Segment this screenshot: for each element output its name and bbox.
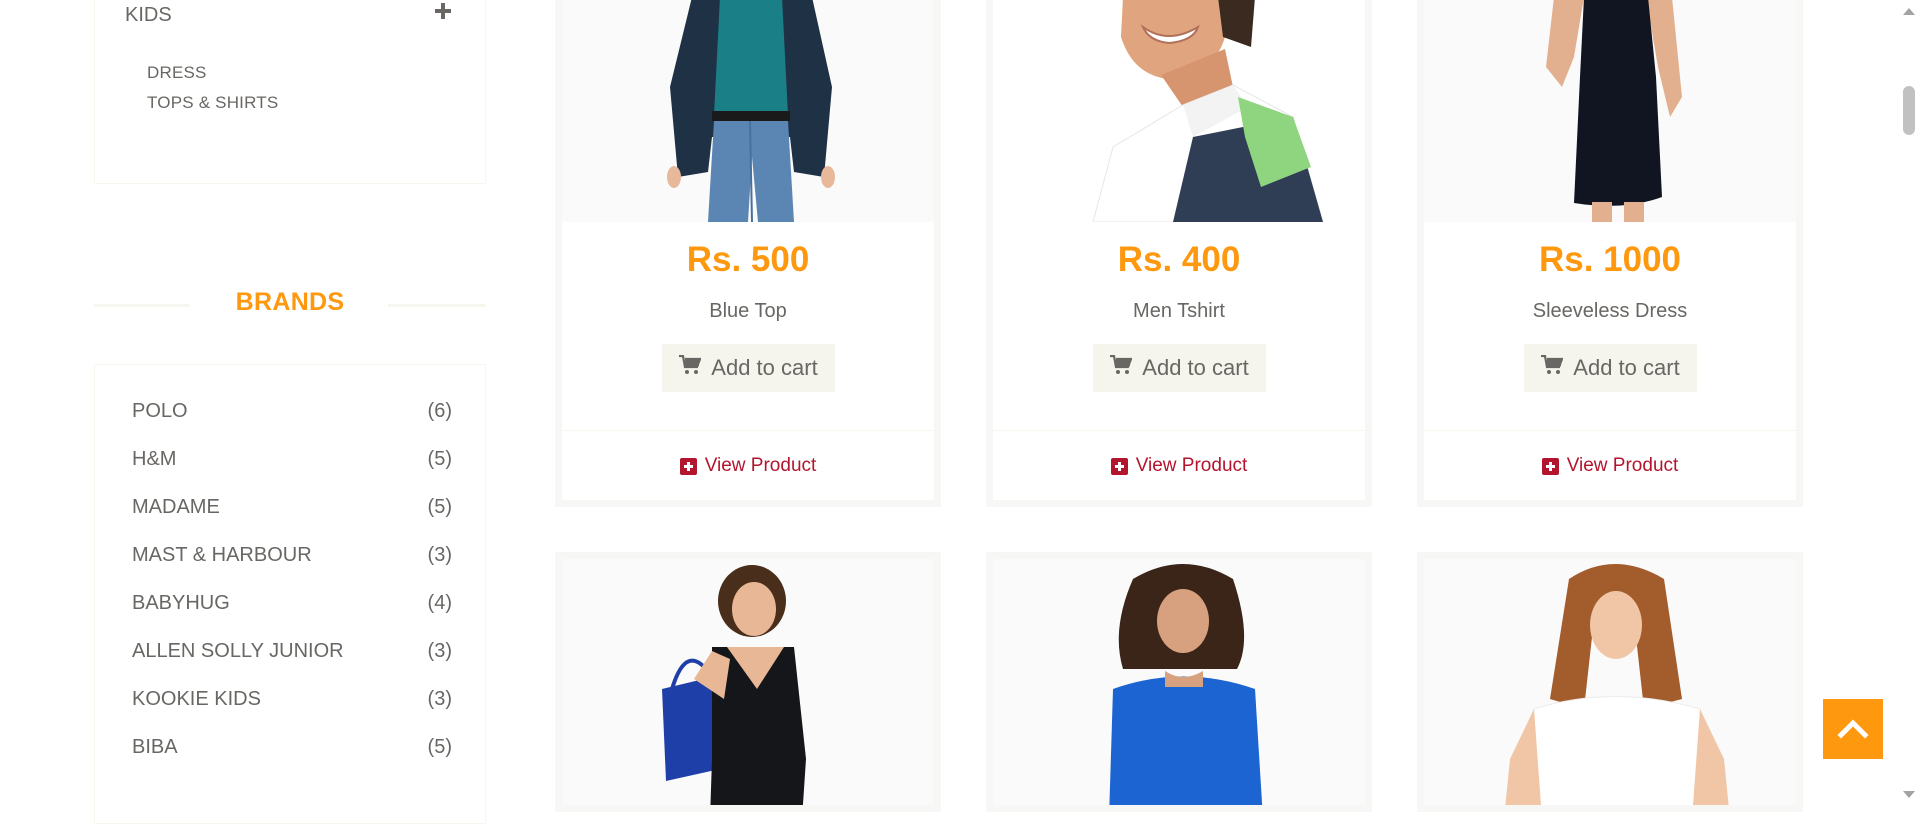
product-image xyxy=(562,559,934,805)
card-divider xyxy=(1424,430,1796,431)
brand-item-kookie-kids[interactable]: KOOKIE KIDS (3) xyxy=(132,688,452,718)
brands-list: POLO (6) H&M (5) MADAME (5) MAST & HARBO… xyxy=(94,364,486,824)
card-divider xyxy=(562,430,934,431)
brand-count: (6) xyxy=(427,400,452,422)
category-panel: KIDS DRESS TOPS & SHIRTS xyxy=(94,0,486,184)
view-product-label: View Product xyxy=(1566,455,1679,476)
product-image xyxy=(993,0,1365,222)
page-scrollbar[interactable] xyxy=(1897,0,1920,800)
brand-count: (5) xyxy=(427,496,452,518)
product-image xyxy=(1424,559,1796,805)
brand-name: ALLEN SOLLY JUNIOR xyxy=(132,640,344,662)
shopping-cart-icon xyxy=(1110,354,1133,381)
plus-square-icon xyxy=(1110,457,1128,475)
brand-count: (3) xyxy=(427,688,452,710)
scroll-down-arrow-icon[interactable] xyxy=(1903,786,1915,804)
card-divider xyxy=(993,430,1365,431)
product-price: Rs. 1000 xyxy=(1538,240,1682,279)
brands-heading: BRANDS xyxy=(235,288,345,316)
scroll-thumb[interactable] xyxy=(1903,86,1915,135)
add-to-cart-button[interactable]: Add to cart xyxy=(1524,344,1697,392)
brand-name: BABYHUG xyxy=(132,592,230,614)
brand-name: KOOKIE KIDS xyxy=(132,688,261,710)
brand-item-mast-harbour[interactable]: MAST & HARBOUR (3) xyxy=(132,544,452,574)
shopping-cart-icon xyxy=(679,354,702,381)
product-card xyxy=(986,552,1372,812)
scroll-to-top-button[interactable] xyxy=(1823,699,1883,759)
brand-count: (3) xyxy=(427,544,452,566)
brand-count: (5) xyxy=(427,448,452,470)
brand-name: POLO xyxy=(132,400,188,422)
product-card: Rs. 500 Blue Top Add to cart View Produc… xyxy=(555,0,941,507)
brand-count: (5) xyxy=(427,736,452,758)
add-to-cart-label: Add to cart xyxy=(711,355,818,380)
add-to-cart-button[interactable]: Add to cart xyxy=(1093,344,1266,392)
plus-icon[interactable] xyxy=(431,0,455,23)
plus-square-icon xyxy=(679,457,697,475)
chevron-up-icon xyxy=(1823,719,1883,763)
shopping-cart-icon xyxy=(1541,354,1564,381)
brand-item-madame[interactable]: MADAME (5) xyxy=(132,496,452,526)
category-item-dress[interactable]: DRESS xyxy=(147,63,207,83)
brand-item-hm[interactable]: H&M (5) xyxy=(132,448,452,478)
product-name: Blue Top xyxy=(709,300,787,322)
product-name: Sleeveless Dress xyxy=(1532,300,1688,322)
product-card xyxy=(1417,552,1803,812)
product-price: Rs. 500 xyxy=(686,240,810,279)
plus-square-icon xyxy=(1541,457,1559,475)
product-card xyxy=(555,552,941,812)
brand-name: MAST & HARBOUR xyxy=(132,544,312,566)
brand-count: (3) xyxy=(427,640,452,662)
add-to-cart-label: Add to cart xyxy=(1142,355,1249,380)
product-price: Rs. 400 xyxy=(1117,240,1241,279)
add-to-cart-button[interactable]: Add to cart xyxy=(662,344,835,392)
add-to-cart-label: Add to cart xyxy=(1573,355,1680,380)
product-card: Rs. 400 Men Tshirt Add to cart View Prod… xyxy=(986,0,1372,507)
brand-item-allen-solly-junior[interactable]: ALLEN SOLLY JUNIOR (3) xyxy=(132,640,452,670)
product-name: Men Tshirt xyxy=(1133,300,1225,322)
category-title[interactable]: KIDS xyxy=(125,4,172,27)
category-item-tops-shirts[interactable]: TOPS & SHIRTS xyxy=(147,93,278,113)
brand-item-biba[interactable]: BIBA (5) xyxy=(132,736,452,766)
brand-name: BIBA xyxy=(132,736,178,758)
product-image xyxy=(993,559,1365,805)
brand-count: (4) xyxy=(427,592,452,614)
view-product-label: View Product xyxy=(704,455,817,476)
view-product-link[interactable]: View Product xyxy=(993,455,1365,477)
brands-heading-block: BRANDS xyxy=(94,282,486,324)
brand-item-babyhug[interactable]: BABYHUG (4) xyxy=(132,592,452,622)
product-card: Rs. 1000 Sleeveless Dress Add to cart Vi… xyxy=(1417,0,1803,507)
product-image xyxy=(562,0,934,222)
brand-name: MADAME xyxy=(132,496,220,518)
brand-item-polo[interactable]: POLO (6) xyxy=(132,400,452,430)
view-product-label: View Product xyxy=(1135,455,1248,476)
product-image xyxy=(1424,0,1796,222)
view-product-link[interactable]: View Product xyxy=(562,455,934,477)
view-product-link[interactable]: View Product xyxy=(1424,455,1796,477)
brand-name: H&M xyxy=(132,448,177,470)
scroll-up-arrow-icon[interactable] xyxy=(1903,2,1915,20)
